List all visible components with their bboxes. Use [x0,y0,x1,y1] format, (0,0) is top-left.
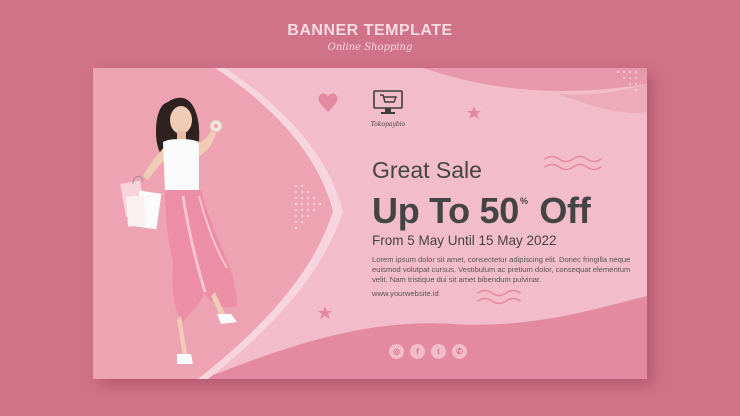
brand-logo: Tokopaybio [368,89,408,128]
header-subtitle: Online Shopping [327,42,413,53]
instagram-icon[interactable]: ◎ [389,344,404,359]
sale-headline: Great Sale [372,157,482,183]
discount-suffix: Off [529,190,591,231]
sale-banner: Tokopaybio Great Sale Up To 50% Off From… [93,68,647,379]
social-links: ◎ f t ✆ [389,344,467,359]
percent-sign: % [519,196,528,206]
model-photo [120,97,237,364]
cart-monitor-icon [373,90,403,114]
brand-name: Tokopaybio [370,121,406,128]
website-link[interactable]: www.yourwebsite.id [372,289,439,298]
header-title: BANNER TEMPLATE [287,22,453,39]
description-text: Lorem ipsum dolor sit amet, consectetur … [372,255,631,284]
whatsapp-icon[interactable]: ✆ [452,344,467,359]
star-decoration [318,306,332,319]
star-decoration [467,106,481,119]
sale-dates: From 5 May Until 15 May 2022 [372,233,557,248]
facebook-icon[interactable]: f [410,344,425,359]
twitter-icon[interactable]: t [431,344,446,359]
discount-headline: Up To 50% Off [372,190,591,232]
discount-prefix: Up To 50 [372,190,519,231]
heart-decoration [318,93,338,112]
